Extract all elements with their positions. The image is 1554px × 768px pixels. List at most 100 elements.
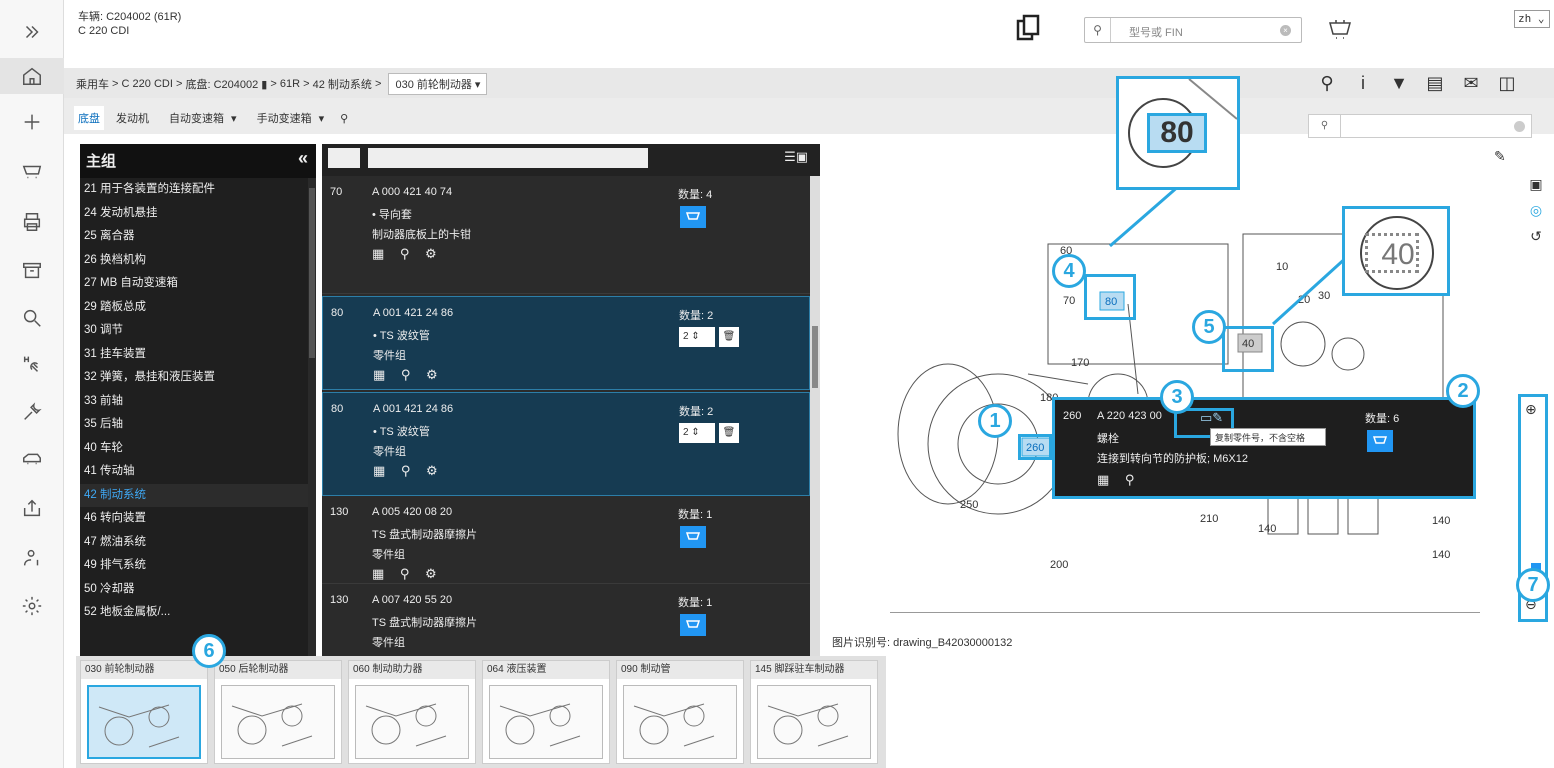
view-toggle-icon[interactable]: ☰▣	[784, 149, 808, 165]
main-group-item[interactable]: 33 前轴	[80, 390, 316, 414]
filter-input[interactable]	[368, 148, 648, 168]
crumb[interactable]: 底盘: C204002	[185, 76, 258, 92]
thumbnail-image[interactable]	[489, 685, 603, 759]
part-row[interactable]: 80 A 001 421 24 86 • TS 波纹管 零件组 ▦ ⚲ ⚙ 数量: 22 …	[322, 392, 810, 496]
fin-search-input[interactable]: ⚲ 型号或 FIN ×	[1084, 17, 1302, 43]
main-group-item[interactable]: 30 调节	[80, 319, 316, 343]
main-group-item[interactable]: 41 传动轴	[80, 460, 316, 484]
zoom-search-icon[interactable]: ⚲	[1316, 72, 1338, 94]
document-icon[interactable]: ▤	[1424, 72, 1446, 94]
export-icon[interactable]	[0, 490, 64, 526]
main-group-item[interactable]: 21 用于各装置的连接配件	[80, 178, 316, 202]
tab-chassis[interactable]: 底盘	[74, 106, 104, 130]
main-group-item[interactable]: 26 换档机构	[80, 249, 316, 273]
main-group-item[interactable]: 46 转向装置	[80, 507, 316, 531]
cart-icon[interactable]	[0, 154, 64, 190]
add-to-cart-button[interactable]	[680, 526, 706, 548]
main-group-item[interactable]: 31 挂车装置	[80, 343, 316, 367]
thumbnail-card[interactable]: 145 脚踩驻车制动器	[750, 660, 878, 764]
thumbnail-card[interactable]: 064 液压装置	[482, 660, 610, 764]
thumbnail-card[interactable]: 090 制动管	[616, 660, 744, 764]
clear-icon[interactable]: ×	[1280, 25, 1291, 36]
parts-search-input[interactable]: ⚲	[1308, 114, 1532, 138]
main-group-item[interactable]: 35 后轴	[80, 413, 316, 437]
part-action-icons[interactable]: ▦ ⚲ ⚙	[372, 566, 443, 582]
part-row[interactable]: 80 A 001 421 24 86 • TS 波纹管 零件组 ▦ ⚲ ⚙ 数量: 22 …	[322, 296, 810, 390]
clear-icon[interactable]	[1514, 121, 1525, 132]
thumbnail-image[interactable]	[221, 685, 335, 759]
tab-auto-trans[interactable]: 自动变速箱 ▾	[161, 106, 241, 130]
save-image-icon[interactable]: ▣	[1524, 176, 1548, 202]
plus-icon[interactable]	[0, 104, 64, 140]
zoom-in-icon[interactable]: ⊕	[1525, 401, 1537, 418]
part-action-icons[interactable]: ▦ ⚲ ⚙	[373, 463, 444, 479]
crumb[interactable]: 61R	[280, 78, 300, 90]
main-group-item[interactable]: 32 弹簧，悬挂和液压装置	[80, 366, 316, 390]
add-to-cart-button[interactable]	[680, 614, 706, 636]
scrollbar[interactable]	[308, 178, 316, 656]
part-action-icons[interactable]: ▦ ⚲ ⚙	[372, 246, 443, 262]
delete-icon[interactable]: 🗑	[719, 327, 739, 347]
tab-engine[interactable]: 发动机	[112, 106, 153, 130]
basket-icon[interactable]	[1328, 17, 1352, 41]
main-group-item[interactable]: 25 离合器	[80, 225, 316, 249]
parts-icon[interactable]: ⚲	[336, 108, 352, 129]
main-group-item[interactable]: 52 地板金属板/...	[80, 601, 316, 625]
collapse-icon[interactable]: «	[298, 148, 308, 169]
settings-icon[interactable]	[0, 588, 64, 624]
main-group-item[interactable]: 40 车轮	[80, 437, 316, 461]
thumbnail-image[interactable]	[757, 685, 871, 759]
add-to-cart-button[interactable]	[1367, 430, 1393, 452]
add-to-cart-button[interactable]	[680, 206, 706, 228]
part-row[interactable]: 130 A 005 420 08 20 TS 盘式制动器摩擦片 零件组 ▦ ⚲ ⚙ 数量:…	[322, 496, 810, 584]
user-info-icon[interactable]	[0, 540, 64, 576]
main-group-item[interactable]: 50 冷却器	[80, 578, 316, 602]
target-icon[interactable]: ◎	[1524, 202, 1548, 228]
parts-icon[interactable]	[0, 346, 64, 382]
filter-input-small[interactable]	[328, 148, 360, 168]
home-icon[interactable]	[0, 58, 64, 94]
info-icon[interactable]: i	[1352, 72, 1374, 94]
part-row[interactable]: 70 A 000 421 40 74 • 导向套 制动器底板上的卡钳 ▦ ⚲ ⚙ 数量: …	[322, 176, 810, 294]
copy-icon[interactable]	[1016, 14, 1040, 42]
qty-value: 1	[706, 509, 713, 521]
main-group-item[interactable]: 29 踏板总成	[80, 296, 316, 320]
vehicle-label: 车辆: C204002 (61R)	[78, 11, 182, 23]
history-icon[interactable]: ↺	[1524, 228, 1548, 254]
vehicle-icon[interactable]	[0, 440, 64, 476]
expand-icon[interactable]	[0, 14, 64, 50]
main-group-item[interactable]: 42 制动系统	[80, 483, 316, 507]
quantity-stepper[interactable]: 2 ⇕	[679, 423, 715, 443]
print-icon[interactable]	[0, 204, 64, 240]
popup-icons[interactable]: ▦ ⚲	[1097, 472, 1140, 488]
tools-icon[interactable]	[0, 394, 64, 430]
crumb[interactable]: 42 制动系统	[313, 76, 372, 92]
main-group-item[interactable]: 47 燃油系统	[80, 531, 316, 555]
crumb[interactable]: C 220 CDI	[122, 78, 173, 90]
thumbnail-image[interactable]	[623, 685, 737, 759]
language-select[interactable]: zh ⌄	[1514, 10, 1550, 28]
thumbnail-image[interactable]	[355, 685, 469, 759]
thumbnail-card[interactable]: 030 前轮制动器	[80, 660, 208, 764]
search-icon[interactable]	[0, 300, 64, 336]
main-group-item[interactable]: 24 发动机悬挂	[80, 202, 316, 226]
cart-icon[interactable]: ◫	[1496, 72, 1518, 94]
part-action-icons[interactable]: ▦ ⚲ ⚙	[373, 367, 444, 383]
thumbnail-image[interactable]	[87, 685, 201, 759]
main-group-item[interactable]: 27 MB 自动变速箱	[80, 272, 316, 296]
thumbnail-card[interactable]: 050 后轮制动器	[214, 660, 342, 764]
thumbnail-card[interactable]: 060 制动助力器	[348, 660, 476, 764]
edit-icon[interactable]: ✎	[1494, 148, 1506, 165]
part-row[interactable]: 130A 007 420 55 20TS 盘式制动器摩擦片零件组▦ ⚲ ⚙数量:…	[322, 584, 810, 656]
main-group-item[interactable]: 49 排气系统	[80, 554, 316, 578]
mail-icon[interactable]: ✉	[1460, 72, 1482, 94]
copy-part-icon[interactable]: ▭✎	[1200, 410, 1223, 426]
crumb-current-select[interactable]: 030 前轮制动器 ▾	[388, 73, 488, 95]
archive-icon[interactable]	[0, 252, 64, 288]
filter-icon[interactable]: ▼	[1388, 72, 1410, 94]
scrollbar[interactable]	[810, 176, 820, 656]
quantity-stepper[interactable]: 2 ⇕	[679, 327, 715, 347]
delete-icon[interactable]: 🗑	[719, 423, 739, 443]
crumb[interactable]: 乘用车	[76, 76, 109, 92]
tab-manual-trans[interactable]: 手动变速箱 ▾	[249, 106, 329, 130]
